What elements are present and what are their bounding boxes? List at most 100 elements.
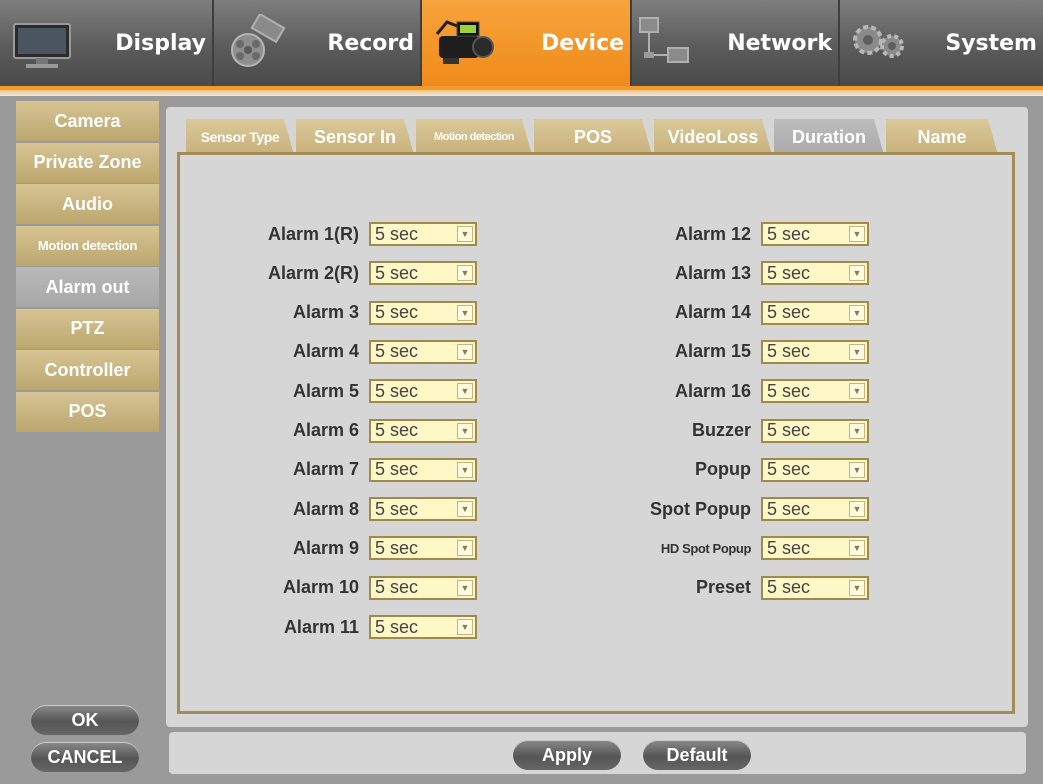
dropdown-arrow-icon[interactable]: ▼ bbox=[457, 540, 473, 557]
film-reel-icon bbox=[231, 14, 286, 67]
duration-select[interactable]: 5 sec ▼ bbox=[761, 575, 869, 600]
subtab-duration[interactable]: Duration bbox=[774, 119, 884, 155]
duration-value: 5 sec bbox=[375, 537, 419, 558]
tab-record-label: Record bbox=[327, 30, 414, 56]
duration-select[interactable]: 5 sec ▼ bbox=[761, 497, 869, 522]
device-sidebar: Camera Private Zone Audio Motion detecti… bbox=[16, 101, 159, 433]
dropdown-arrow-icon[interactable]: ▼ bbox=[849, 579, 865, 596]
duration-row: HD Spot Popup 5 sec ▼ bbox=[571, 535, 869, 561]
dropdown-arrow-icon[interactable]: ▼ bbox=[457, 619, 473, 635]
dropdown-arrow-icon[interactable]: ▼ bbox=[849, 501, 865, 518]
tab-network-label: Network bbox=[727, 30, 832, 56]
subtab-pos[interactable]: POS bbox=[534, 119, 652, 155]
duration-select[interactable]: 5 sec ▼ bbox=[369, 575, 477, 600]
duration-select[interactable]: 5 sec ▼ bbox=[369, 615, 477, 639]
dropdown-arrow-icon[interactable]: ▼ bbox=[849, 265, 865, 282]
dropdown-arrow-icon[interactable]: ▼ bbox=[457, 265, 473, 282]
duration-select[interactable]: 5 sec ▼ bbox=[761, 536, 869, 561]
tab-record[interactable]: Record bbox=[214, 0, 422, 86]
duration-label: Preset bbox=[695, 577, 751, 598]
duration-value: 5 sec bbox=[375, 302, 419, 323]
duration-value: 5 sec bbox=[767, 420, 811, 440]
dropdown-arrow-icon[interactable]: ▼ bbox=[457, 226, 473, 242]
dropdown-arrow-icon[interactable]: ▼ bbox=[849, 304, 865, 321]
duration-row: Alarm 15 5 sec ▼ bbox=[571, 339, 869, 365]
tab-system-label: System bbox=[945, 30, 1037, 56]
duration-label: Popup bbox=[695, 459, 751, 480]
duration-label: Alarm 4 bbox=[292, 341, 359, 362]
tab-system[interactable]: System bbox=[840, 0, 1043, 86]
duration-label: Alarm 1(R) bbox=[267, 223, 359, 244]
duration-select[interactable]: 5 sec ▼ bbox=[369, 339, 477, 364]
dropdown-arrow-icon[interactable]: ▼ bbox=[849, 422, 865, 439]
duration-select[interactable]: 5 sec ▼ bbox=[369, 497, 477, 522]
subtab-name[interactable]: Name bbox=[886, 119, 998, 155]
sidebar-item-pos[interactable]: POS bbox=[16, 391, 159, 432]
dropdown-arrow-icon[interactable]: ▼ bbox=[457, 304, 473, 321]
duration-label: Alarm 12 bbox=[674, 223, 751, 244]
sidebar-item-ptz[interactable]: PTZ bbox=[16, 308, 159, 349]
subtab-sensor-type[interactable]: Sensor Type bbox=[186, 119, 294, 155]
duration-row: Alarm 7 5 sec ▼ bbox=[179, 457, 477, 483]
sidebar-item-controller[interactable]: Controller bbox=[16, 350, 159, 390]
duration-value: 5 sec bbox=[767, 223, 811, 244]
tab-network[interactable]: Network bbox=[632, 0, 840, 86]
dropdown-arrow-icon[interactable]: ▼ bbox=[457, 383, 473, 400]
tab-display[interactable]: Display bbox=[0, 0, 214, 86]
duration-select[interactable]: 5 sec ▼ bbox=[761, 379, 869, 404]
duration-value: 5 sec bbox=[767, 459, 811, 480]
sidebar-item-alarm-out[interactable]: Alarm out bbox=[16, 267, 159, 307]
sidebar-item-private-zone[interactable]: Private Zone bbox=[16, 142, 159, 183]
sidebar-item-motion-detection[interactable]: Motion detection bbox=[16, 225, 159, 266]
duration-select[interactable]: 5 sec ▼ bbox=[761, 457, 869, 482]
duration-label: Alarm 16 bbox=[674, 380, 751, 401]
duration-label: Alarm 8 bbox=[292, 498, 359, 519]
cancel-button[interactable]: CANCEL bbox=[31, 742, 139, 772]
duration-value: 5 sec bbox=[375, 498, 419, 519]
duration-value: 5 sec bbox=[375, 223, 419, 244]
duration-value: 5 sec bbox=[375, 420, 419, 440]
subtab-sensor-in[interactable]: Sensor In bbox=[296, 119, 414, 155]
duration-value: 5 sec bbox=[767, 302, 811, 323]
duration-select[interactable]: 5 sec ▼ bbox=[761, 300, 869, 325]
duration-select[interactable]: 5 sec ▼ bbox=[369, 418, 477, 443]
dropdown-arrow-icon[interactable]: ▼ bbox=[849, 461, 865, 478]
dropdown-arrow-icon[interactable]: ▼ bbox=[849, 226, 865, 242]
duration-select[interactable]: 5 sec ▼ bbox=[369, 222, 477, 246]
monitor-icon bbox=[13, 23, 71, 68]
tab-device-label: Device bbox=[540, 30, 624, 56]
duration-select[interactable]: 5 sec ▼ bbox=[369, 457, 477, 482]
duration-label: Alarm 6 bbox=[292, 420, 359, 440]
subtab-motion-detection[interactable]: Motion detection bbox=[416, 119, 532, 155]
ok-button[interactable]: OK bbox=[31, 705, 139, 735]
duration-label: Buzzer bbox=[691, 420, 751, 440]
dropdown-arrow-icon[interactable]: ▼ bbox=[457, 501, 473, 518]
dropdown-arrow-icon[interactable]: ▼ bbox=[457, 579, 473, 596]
subtab-videoloss[interactable]: VideoLoss bbox=[654, 119, 772, 155]
duration-row: Alarm 11 5 sec ▼ bbox=[179, 614, 477, 640]
dropdown-arrow-icon[interactable]: ▼ bbox=[849, 383, 865, 400]
sidebar-item-audio[interactable]: Audio bbox=[16, 184, 159, 224]
duration-select[interactable]: 5 sec ▼ bbox=[369, 379, 477, 404]
duration-select[interactable]: 5 sec ▼ bbox=[761, 339, 869, 364]
duration-label: Spot Popup bbox=[650, 498, 751, 519]
duration-select[interactable]: 5 sec ▼ bbox=[369, 536, 477, 561]
dropdown-arrow-icon[interactable]: ▼ bbox=[849, 343, 865, 360]
dropdown-arrow-icon[interactable]: ▼ bbox=[457, 422, 473, 439]
dropdown-arrow-icon[interactable]: ▼ bbox=[849, 540, 865, 557]
duration-select[interactable]: 5 sec ▼ bbox=[369, 300, 477, 325]
duration-row: Alarm 3 5 sec ▼ bbox=[179, 300, 477, 326]
duration-select[interactable]: 5 sec ▼ bbox=[369, 261, 477, 286]
duration-select[interactable]: 5 sec ▼ bbox=[761, 418, 869, 443]
sidebar-item-camera[interactable]: Camera bbox=[16, 101, 159, 141]
default-button[interactable]: Default bbox=[643, 740, 751, 770]
duration-value: 5 sec bbox=[767, 262, 811, 283]
duration-row: Alarm 12 5 sec ▼ bbox=[571, 221, 869, 247]
duration-label: Alarm 11 bbox=[283, 616, 359, 637]
duration-select[interactable]: 5 sec ▼ bbox=[761, 261, 869, 286]
tab-device[interactable]: Device bbox=[422, 0, 632, 86]
duration-select[interactable]: 5 sec ▼ bbox=[761, 222, 869, 246]
dropdown-arrow-icon[interactable]: ▼ bbox=[457, 461, 473, 478]
dropdown-arrow-icon[interactable]: ▼ bbox=[457, 343, 473, 360]
apply-button[interactable]: Apply bbox=[513, 740, 621, 770]
